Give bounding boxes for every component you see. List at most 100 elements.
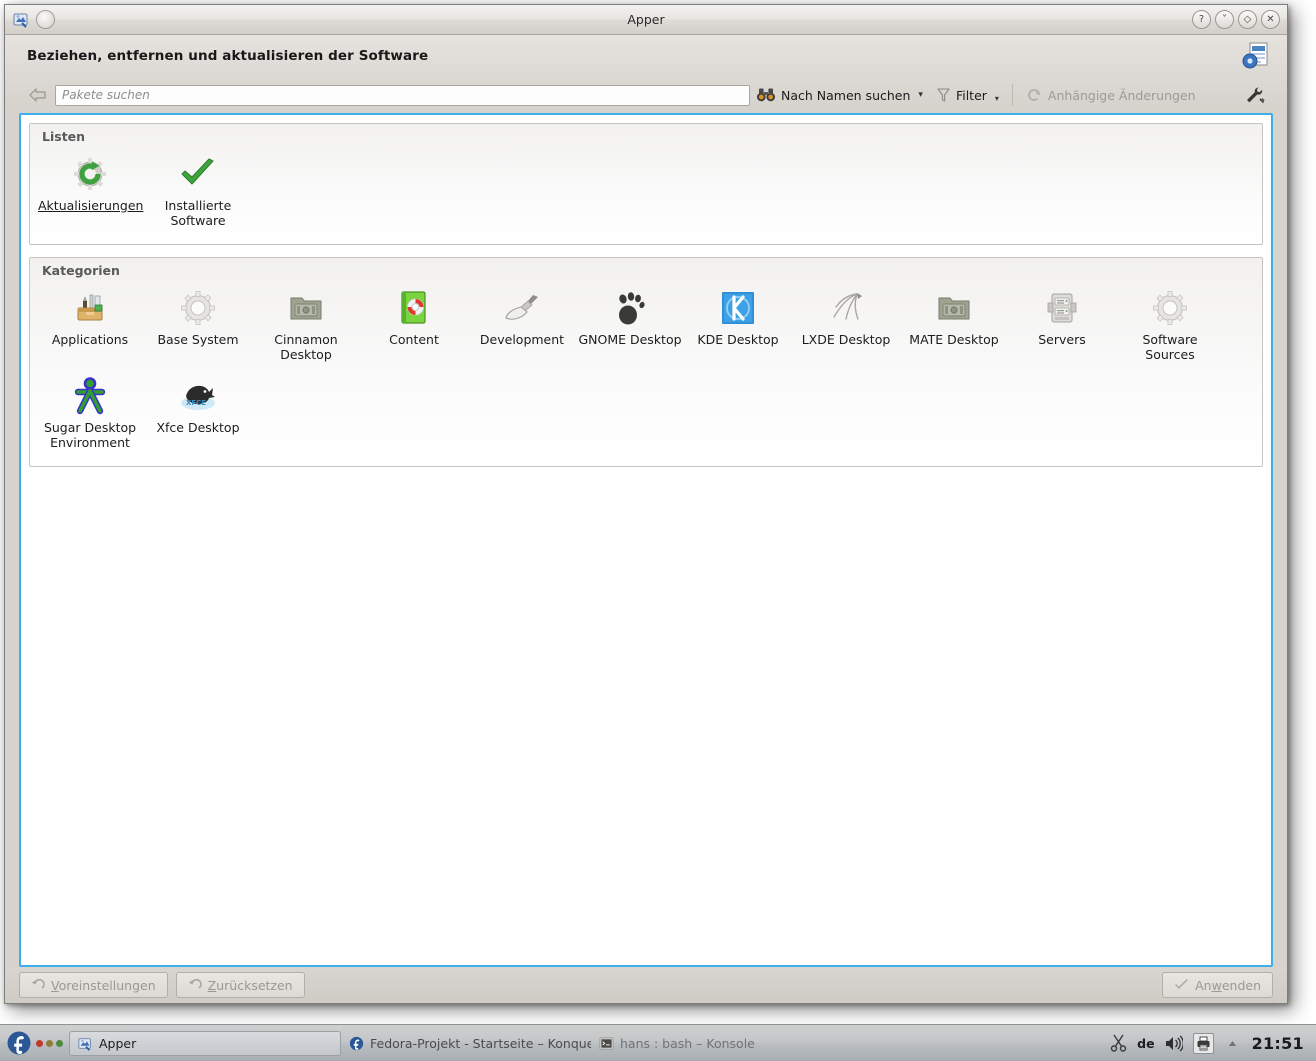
window-help-button[interactable]: ? xyxy=(1192,10,1211,29)
categories-group-title: Kategorien xyxy=(42,263,120,278)
lists-icon-grid: Aktualisierungen Installierte Software xyxy=(30,146,1262,244)
back-arrow-icon[interactable] xyxy=(27,84,49,106)
configure-tools-button[interactable] xyxy=(1237,82,1273,108)
search-input[interactable] xyxy=(55,84,750,106)
pager-widget[interactable] xyxy=(34,1039,69,1047)
toolbar-separator xyxy=(1011,84,1013,106)
categories-icon-grid: Applications Base System Cinnamon Deskto… xyxy=(30,280,1262,466)
tray-expand-arrow-icon[interactable] xyxy=(1223,1033,1243,1053)
pending-changes-button[interactable]: Anhängige Änderungen xyxy=(1019,82,1203,108)
window-close-button[interactable]: ✕ xyxy=(1261,10,1280,29)
system-tray: de 21:51 xyxy=(1108,1032,1312,1054)
header-caption-bar: Beziehen, entfernen und aktualisieren de… xyxy=(5,35,1287,77)
list-item-label: Installierte Software xyxy=(164,198,232,228)
trowel-icon xyxy=(502,288,542,328)
taskbar-item-label: Apper xyxy=(99,1035,137,1051)
categories-groupbox: Kategorien Applications Base System Cinn… xyxy=(29,257,1263,467)
category-cinnamon-desktop[interactable]: Cinnamon Desktop xyxy=(252,282,360,370)
gnome-foot-icon xyxy=(610,288,650,328)
package-folder-icon xyxy=(934,288,974,328)
category-label: Base System xyxy=(157,332,239,347)
taskbar-item-konsole[interactable]: hans : bash – Konsole xyxy=(591,1031,841,1056)
filter-funnel-icon xyxy=(937,87,950,103)
category-label: Sugar Desktop Environment xyxy=(43,420,137,450)
filter-button[interactable]: Filter ▾ xyxy=(930,82,1006,108)
klipper-scissors-icon[interactable] xyxy=(1108,1033,1128,1053)
list-item-installed-software[interactable]: Installierte Software xyxy=(144,148,252,236)
window-titlebar[interactable]: Apper ? ˅ ◇ ✕ xyxy=(5,5,1287,35)
green-book-lifebuoy-icon xyxy=(394,288,434,328)
apply-button[interactable]: Anwenden xyxy=(1162,972,1273,998)
category-label: Development xyxy=(479,332,565,347)
category-mate-desktop[interactable]: MATE Desktop xyxy=(900,282,1008,370)
lists-group-title: Listen xyxy=(42,129,86,144)
lists-groupbox: Listen Aktualisierungen Installierte Sof… xyxy=(29,123,1263,245)
category-kde-desktop[interactable]: KDE Desktop xyxy=(684,282,792,370)
search-mode-button[interactable]: Nach Namen suchen ▾ xyxy=(750,82,930,108)
updates-gear-refresh-icon xyxy=(70,154,110,194)
fedora-menu-button[interactable] xyxy=(4,1028,34,1058)
category-lxde-desktop[interactable]: LXDE Desktop xyxy=(792,282,900,370)
category-label: Servers xyxy=(1038,332,1086,347)
category-software-sources[interactable]: Software Sources xyxy=(1116,282,1224,370)
taskbar-item-label: Fedora-Projekt - Startseite – Konquero xyxy=(370,1035,591,1051)
browse-view: Listen Aktualisierungen Installierte Sof… xyxy=(19,113,1273,967)
gear-icon xyxy=(178,288,218,328)
check-icon xyxy=(1174,979,1189,991)
bottom-button-bar: Voreinstellungen Zurücksetzen Anwenden xyxy=(5,967,1287,1003)
apper-taskbar-icon xyxy=(78,1036,93,1051)
keyboard-layout-indicator[interactable]: de xyxy=(1137,1036,1154,1051)
category-label: KDE Desktop xyxy=(697,332,779,347)
undo-icon xyxy=(31,978,45,992)
gear-icon xyxy=(1150,288,1190,328)
category-development[interactable]: Development xyxy=(468,282,576,370)
reset-button[interactable]: Zurücksetzen xyxy=(175,972,305,998)
category-label: LXDE Desktop xyxy=(801,332,891,347)
window-title: Apper xyxy=(627,12,665,27)
category-servers[interactable]: Servers xyxy=(1008,282,1116,370)
software-properties-icon[interactable] xyxy=(1241,40,1271,70)
lxde-bird-icon xyxy=(826,288,866,328)
desktop-taskbar: Apper Fedora-Projekt - Startseite – Konq… xyxy=(0,1024,1316,1061)
filter-label: Filter xyxy=(955,87,987,103)
category-xfce-desktop[interactable]: XFCE Xfce Desktop xyxy=(144,370,252,458)
category-gnome-desktop[interactable]: GNOME Desktop xyxy=(576,282,684,370)
category-sugar-desktop-environment[interactable]: Sugar Desktop Environment xyxy=(36,370,144,458)
undo-icon xyxy=(188,978,202,992)
konsole-terminal-icon xyxy=(599,1036,614,1051)
pending-changes-label: Anhängige Änderungen xyxy=(1047,87,1196,103)
category-label: Content xyxy=(389,332,439,347)
konqueror-fedora-icon xyxy=(349,1036,364,1051)
category-label: Applications xyxy=(51,332,129,347)
taskbar-item-apper[interactable]: Apper xyxy=(69,1030,341,1056)
titlebar-shade-button[interactable] xyxy=(36,10,55,29)
main-toolbar: Nach Namen suchen ▾ Filter ▾ xyxy=(5,77,1287,113)
xfce-mouse-icon: XFCE xyxy=(178,376,218,416)
window-minimize-button[interactable]: ˅ xyxy=(1215,10,1234,29)
taskbar-item-konqueror[interactable]: Fedora-Projekt - Startseite – Konquero xyxy=(341,1031,591,1056)
installed-check-icon xyxy=(178,154,218,194)
printer-tray-icon[interactable] xyxy=(1192,1032,1214,1054)
toolbox-icon xyxy=(70,288,110,328)
window-maximize-button[interactable]: ◇ xyxy=(1238,10,1257,29)
category-base-system[interactable]: Base System xyxy=(144,282,252,370)
svg-text:XFCE: XFCE xyxy=(186,399,206,407)
list-item-updates[interactable]: Aktualisierungen xyxy=(36,148,144,236)
category-label: Cinnamon Desktop xyxy=(274,332,338,362)
binoculars-icon xyxy=(757,88,775,102)
category-label: MATE Desktop xyxy=(909,332,999,347)
defaults-button-label: Voreinstellungen xyxy=(51,977,156,993)
volume-speaker-icon[interactable] xyxy=(1164,1033,1184,1053)
category-label: GNOME Desktop xyxy=(578,332,682,347)
reset-button-label: Zurücksetzen xyxy=(207,977,293,993)
server-rack-icon xyxy=(1042,288,1082,328)
wrench-icon xyxy=(1244,85,1266,105)
main-view-wrapper: Listen Aktualisierungen Installierte Sof… xyxy=(5,113,1287,967)
clock[interactable]: 21:51 xyxy=(1252,1034,1304,1053)
kde-logo-icon xyxy=(718,288,758,328)
category-content[interactable]: Content xyxy=(360,282,468,370)
category-applications[interactable]: Applications xyxy=(36,282,144,370)
defaults-button[interactable]: Voreinstellungen xyxy=(19,972,168,998)
sugar-xo-icon xyxy=(70,376,110,416)
taskbar-item-label: hans : bash – Konsole xyxy=(620,1035,755,1051)
